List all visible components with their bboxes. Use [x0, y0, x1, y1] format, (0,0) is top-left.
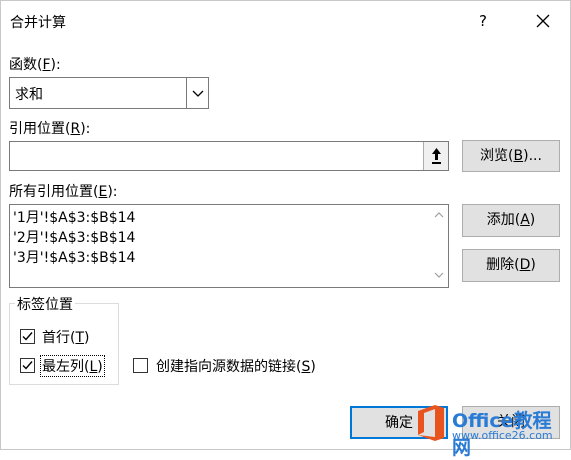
- top-row-checkbox[interactable]: [20, 329, 35, 344]
- close-icon[interactable]: [531, 9, 555, 33]
- left-column-label[interactable]: 最左列(L): [40, 355, 105, 377]
- label-position-title: 标签位置: [15, 294, 75, 314]
- help-button[interactable]: ?: [471, 9, 495, 33]
- reference-label: 引用位置(R):: [9, 121, 91, 137]
- top-row-label[interactable]: 首行(T): [42, 327, 90, 347]
- all-references-label: 所有引用位置(E):: [9, 184, 118, 200]
- list-item[interactable]: '2月'!$A$3:$B$14: [13, 227, 135, 247]
- function-select-value: 求和: [15, 87, 43, 103]
- left-column-checkbox[interactable]: [20, 358, 35, 373]
- delete-button[interactable]: 删除(D): [462, 249, 560, 282]
- watermark-url: www.office26.com: [452, 429, 553, 442]
- list-scrollbar[interactable]: [430, 205, 448, 287]
- function-label: 函数(F):: [9, 57, 61, 73]
- link-source-label[interactable]: 创建指向源数据的链接(S): [156, 356, 316, 376]
- function-select[interactable]: 求和: [9, 77, 209, 109]
- reference-input[interactable]: [9, 141, 449, 171]
- office-logo-icon: [416, 404, 446, 442]
- dialog-title: 合并计算: [10, 15, 66, 31]
- list-item[interactable]: '1月'!$A$3:$B$14: [13, 207, 135, 227]
- link-source-checkbox[interactable]: [133, 358, 148, 373]
- chevron-down-icon[interactable]: [186, 78, 208, 108]
- all-references-list[interactable]: '1月'!$A$3:$B$14 '2月'!$A$3:$B$14 '3月'!$A$…: [9, 204, 449, 288]
- browse-button[interactable]: 浏览(B)...: [462, 140, 560, 172]
- collapse-dialog-icon[interactable]: [423, 142, 448, 170]
- list-item[interactable]: '3月'!$A$3:$B$14: [13, 247, 135, 267]
- consolidate-dialog: 合并计算 ? 函数(F): 求和 引用位置(R): 浏览(B)... 所有引用位…: [0, 0, 571, 459]
- add-button[interactable]: 添加(A): [462, 204, 560, 237]
